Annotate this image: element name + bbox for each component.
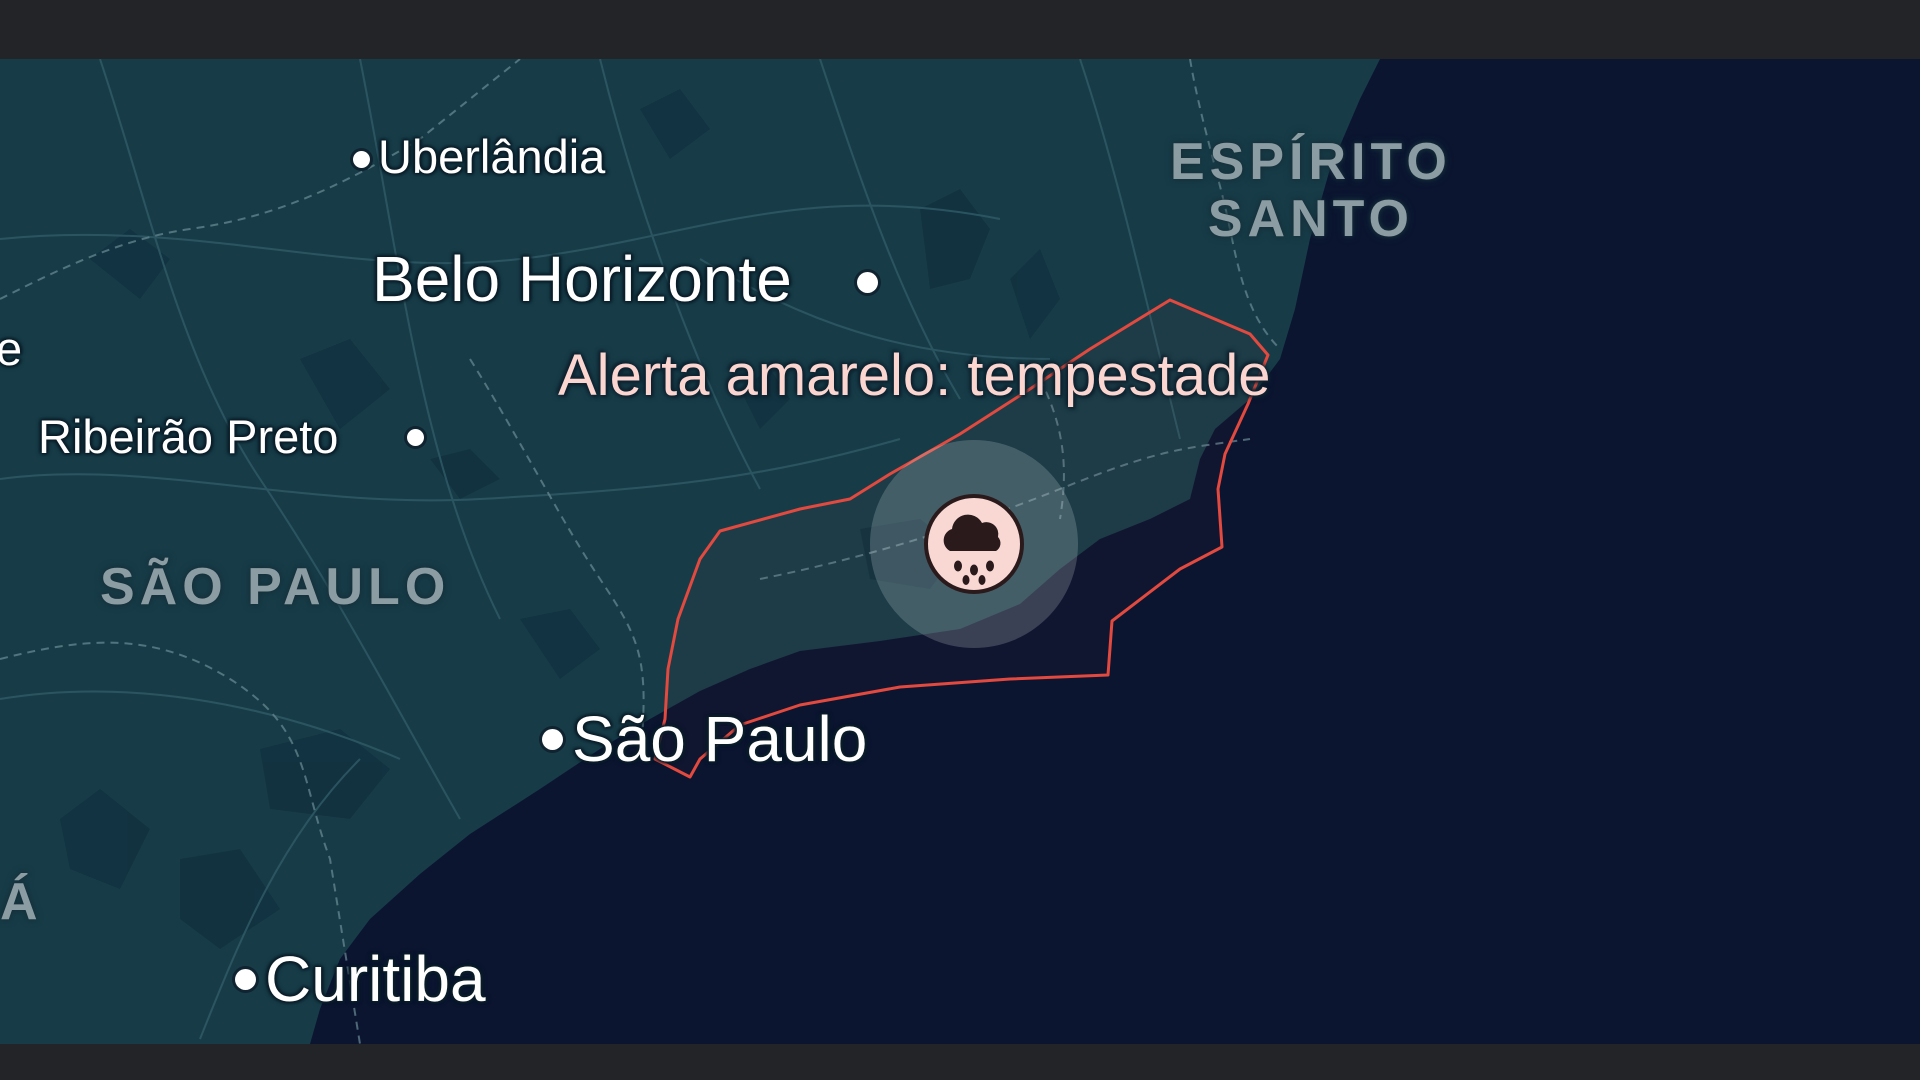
weather-alert-map[interactable]: ESPÍRITO SANTO SÃO PAULO Á e Uberlândia … [0,59,1920,1044]
city-label-uberlandia[interactable]: Uberlândia [378,129,605,184]
alert-label[interactable]: Alerta amarelo: tempestade [558,342,1270,409]
city-dot-curitiba [235,969,256,990]
city-label-sao-paulo[interactable]: São Paulo [572,702,867,776]
map-frame: ESPÍRITO SANTO SÃO PAULO Á e Uberlândia … [0,0,1920,1080]
city-dot-ribeirao-preto [407,429,424,446]
city-dot-sao-paulo [542,729,563,750]
city-label-curitiba[interactable]: Curitiba [265,942,486,1016]
storm-rain-icon[interactable] [924,494,1024,594]
city-label-belo-horizonte[interactable]: Belo Horizonte [372,242,792,316]
state-label-sao-paulo: SÃO PAULO [100,558,451,616]
state-label-partial: Á [0,873,43,931]
map-canvas [0,59,1920,1044]
city-label-ribeirao-preto[interactable]: Ribeirão Preto [38,409,338,464]
state-label-espirito-santo-text: ESPÍRITO SANTO [1170,133,1452,249]
city-label-partial: e [0,322,23,375]
city-dot-belo-horizonte [857,272,878,293]
city-dot-uberlandia [353,151,370,168]
state-label-espirito-santo: ESPÍRITO SANTO [1170,133,1452,249]
